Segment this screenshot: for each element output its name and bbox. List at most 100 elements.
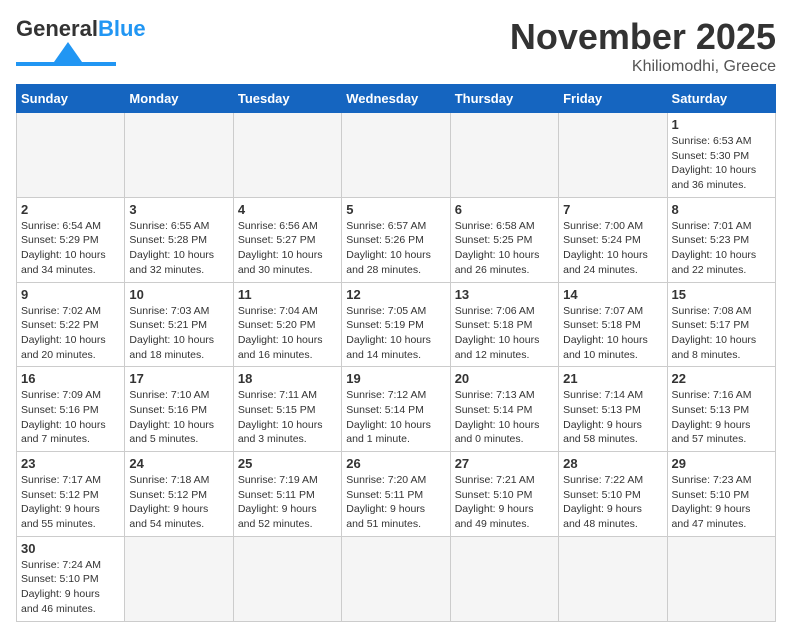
calendar-cell: 29Sunrise: 7:23 AM Sunset: 5:10 PM Dayli… (667, 452, 775, 537)
day-info: Sunrise: 7:23 AM Sunset: 5:10 PM Dayligh… (672, 473, 771, 532)
calendar-cell: 1Sunrise: 6:53 AM Sunset: 5:30 PM Daylig… (667, 113, 775, 198)
logo-general-text: General (16, 16, 98, 42)
day-number: 4 (238, 202, 337, 217)
day-info: Sunrise: 7:11 AM Sunset: 5:15 PM Dayligh… (238, 388, 337, 447)
day-number: 8 (672, 202, 771, 217)
day-info: Sunrise: 7:08 AM Sunset: 5:17 PM Dayligh… (672, 304, 771, 363)
calendar-cell: 19Sunrise: 7:12 AM Sunset: 5:14 PM Dayli… (342, 367, 450, 452)
day-number: 24 (129, 456, 228, 471)
day-info: Sunrise: 6:55 AM Sunset: 5:28 PM Dayligh… (129, 219, 228, 278)
calendar-cell: 17 Sunrise: 7:10 AM Sunset: 5:16 PM Dayli… (125, 367, 233, 452)
day-number: 17 (129, 371, 228, 386)
day-info: Sunrise: 7:21 AM Sunset: 5:10 PM Dayligh… (455, 473, 554, 532)
day-number: 23 (21, 456, 120, 471)
calendar-cell (125, 536, 233, 621)
calendar-cell: 28 Sunrise: 7:22 AM Sunset: 5:10 PM Dayli… (559, 452, 667, 537)
calendar-cell (559, 536, 667, 621)
weekday-header-friday: Friday (559, 85, 667, 113)
day-info: Sunrise: 7:04 AM Sunset: 5:20 PM Dayligh… (238, 304, 337, 363)
calendar-cell: 2Sunrise: 6:54 AM Sunset: 5:29 PM Daylig… (17, 197, 125, 282)
calendar-cell: 18 Sunrise: 7:11 AM Sunset: 5:15 PM Dayli… (233, 367, 341, 452)
calendar-cell: 24 Sunrise: 7:18 AM Sunset: 5:12 PM Dayli… (125, 452, 233, 537)
calendar-title: November 2025 (510, 16, 776, 58)
day-info: Sunrise: 6:57 AM Sunset: 5:26 PM Dayligh… (346, 219, 445, 278)
calendar-cell: 11Sunrise: 7:04 AM Sunset: 5:20 PM Dayli… (233, 282, 341, 367)
day-info: Sunrise: 7:18 AM Sunset: 5:12 PM Dayligh… (129, 473, 228, 532)
calendar-week-row: 23 Sunrise: 7:17 AM Sunset: 5:12 PM Dayli… (17, 452, 776, 537)
day-number: 3 (129, 202, 228, 217)
calendar-cell: 10 Sunrise: 7:03 AM Sunset: 5:21 PM Dayli… (125, 282, 233, 367)
calendar-cell: 20 Sunrise: 7:13 AM Sunset: 5:14 PM Dayli… (450, 367, 558, 452)
day-number: 6 (455, 202, 554, 217)
day-info: Sunrise: 7:14 AM Sunset: 5:13 PM Dayligh… (563, 388, 662, 447)
calendar-cell (667, 536, 775, 621)
calendar-cell (450, 536, 558, 621)
day-number: 13 (455, 287, 554, 302)
day-info: Sunrise: 7:17 AM Sunset: 5:12 PM Dayligh… (21, 473, 120, 532)
calendar-cell: 16Sunrise: 7:09 AM Sunset: 5:16 PM Dayli… (17, 367, 125, 452)
day-number: 15 (672, 287, 771, 302)
calendar-cell (233, 536, 341, 621)
day-info: Sunrise: 7:07 AM Sunset: 5:18 PM Dayligh… (563, 304, 662, 363)
day-info: Sunrise: 7:13 AM Sunset: 5:14 PM Dayligh… (455, 388, 554, 447)
day-info: Sunrise: 6:54 AM Sunset: 5:29 PM Dayligh… (21, 219, 120, 278)
day-number: 18 (238, 371, 337, 386)
day-number: 14 (563, 287, 662, 302)
day-number: 12 (346, 287, 445, 302)
weekday-header-monday: Monday (125, 85, 233, 113)
calendar-cell (342, 536, 450, 621)
calendar-location: Khiliomodhi, Greece (510, 58, 776, 76)
title-block: November 2025 Khiliomodhi, Greece (510, 16, 776, 76)
day-number: 25 (238, 456, 337, 471)
day-info: Sunrise: 7:09 AM Sunset: 5:16 PM Dayligh… (21, 388, 120, 447)
day-info: Sunrise: 7:22 AM Sunset: 5:10 PM Dayligh… (563, 473, 662, 532)
day-info: Sunrise: 7:24 AM Sunset: 5:10 PM Dayligh… (21, 558, 120, 617)
day-number: 30 (21, 541, 120, 556)
calendar-cell (450, 113, 558, 198)
calendar-cell: 4 Sunrise: 6:56 AM Sunset: 5:27 PM Daylig… (233, 197, 341, 282)
calendar-table: SundayMondayTuesdayWednesdayThursdayFrid… (16, 84, 776, 622)
day-number: 28 (563, 456, 662, 471)
day-info: Sunrise: 7:10 AM Sunset: 5:16 PM Dayligh… (129, 388, 228, 447)
day-number: 7 (563, 202, 662, 217)
calendar-cell: 9 Sunrise: 7:02 AM Sunset: 5:22 PM Daylig… (17, 282, 125, 367)
day-info: Sunrise: 7:00 AM Sunset: 5:24 PM Dayligh… (563, 219, 662, 278)
weekday-header-sunday: Sunday (17, 85, 125, 113)
day-number: 20 (455, 371, 554, 386)
day-info: Sunrise: 7:02 AM Sunset: 5:22 PM Dayligh… (21, 304, 120, 363)
calendar-cell: 5 Sunrise: 6:57 AM Sunset: 5:26 PM Daylig… (342, 197, 450, 282)
day-info: Sunrise: 7:16 AM Sunset: 5:13 PM Dayligh… (672, 388, 771, 447)
logo-blue-text: Blue (98, 16, 146, 42)
day-number: 5 (346, 202, 445, 217)
calendar-cell (559, 113, 667, 198)
day-info: Sunrise: 7:20 AM Sunset: 5:11 PM Dayligh… (346, 473, 445, 532)
calendar-week-row: 2Sunrise: 6:54 AM Sunset: 5:29 PM Daylig… (17, 197, 776, 282)
calendar-cell (125, 113, 233, 198)
day-number: 10 (129, 287, 228, 302)
calendar-cell: 26Sunrise: 7:20 AM Sunset: 5:11 PM Dayli… (342, 452, 450, 537)
calendar-cell (233, 113, 341, 198)
day-info: Sunrise: 6:53 AM Sunset: 5:30 PM Dayligh… (672, 134, 771, 193)
calendar-cell: 6Sunrise: 6:58 AM Sunset: 5:25 PM Daylig… (450, 197, 558, 282)
calendar-cell: 27 Sunrise: 7:21 AM Sunset: 5:10 PM Dayli… (450, 452, 558, 537)
day-number: 27 (455, 456, 554, 471)
day-info: Sunrise: 7:05 AM Sunset: 5:19 PM Dayligh… (346, 304, 445, 363)
day-number: 19 (346, 371, 445, 386)
day-info: Sunrise: 6:56 AM Sunset: 5:27 PM Dayligh… (238, 219, 337, 278)
calendar-week-row: 30 Sunrise: 7:24 AM Sunset: 5:10 PM Dayli… (17, 536, 776, 621)
logo: General Blue (16, 16, 146, 66)
calendar-week-row: 1Sunrise: 6:53 AM Sunset: 5:30 PM Daylig… (17, 113, 776, 198)
calendar-cell: 22 Sunrise: 7:16 AM Sunset: 5:13 PM Dayli… (667, 367, 775, 452)
calendar-week-row: 16Sunrise: 7:09 AM Sunset: 5:16 PM Dayli… (17, 367, 776, 452)
calendar-cell (17, 113, 125, 198)
day-number: 9 (21, 287, 120, 302)
weekday-header-thursday: Thursday (450, 85, 558, 113)
weekday-header-tuesday: Tuesday (233, 85, 341, 113)
calendar-cell: 21Sunrise: 7:14 AM Sunset: 5:13 PM Dayli… (559, 367, 667, 452)
day-info: Sunrise: 7:03 AM Sunset: 5:21 PM Dayligh… (129, 304, 228, 363)
weekday-header-wednesday: Wednesday (342, 85, 450, 113)
calendar-cell: 12 Sunrise: 7:05 AM Sunset: 5:19 PM Dayli… (342, 282, 450, 367)
weekday-header-row: SundayMondayTuesdayWednesdayThursdayFrid… (17, 85, 776, 113)
day-info: Sunrise: 7:19 AM Sunset: 5:11 PM Dayligh… (238, 473, 337, 532)
day-number: 22 (672, 371, 771, 386)
